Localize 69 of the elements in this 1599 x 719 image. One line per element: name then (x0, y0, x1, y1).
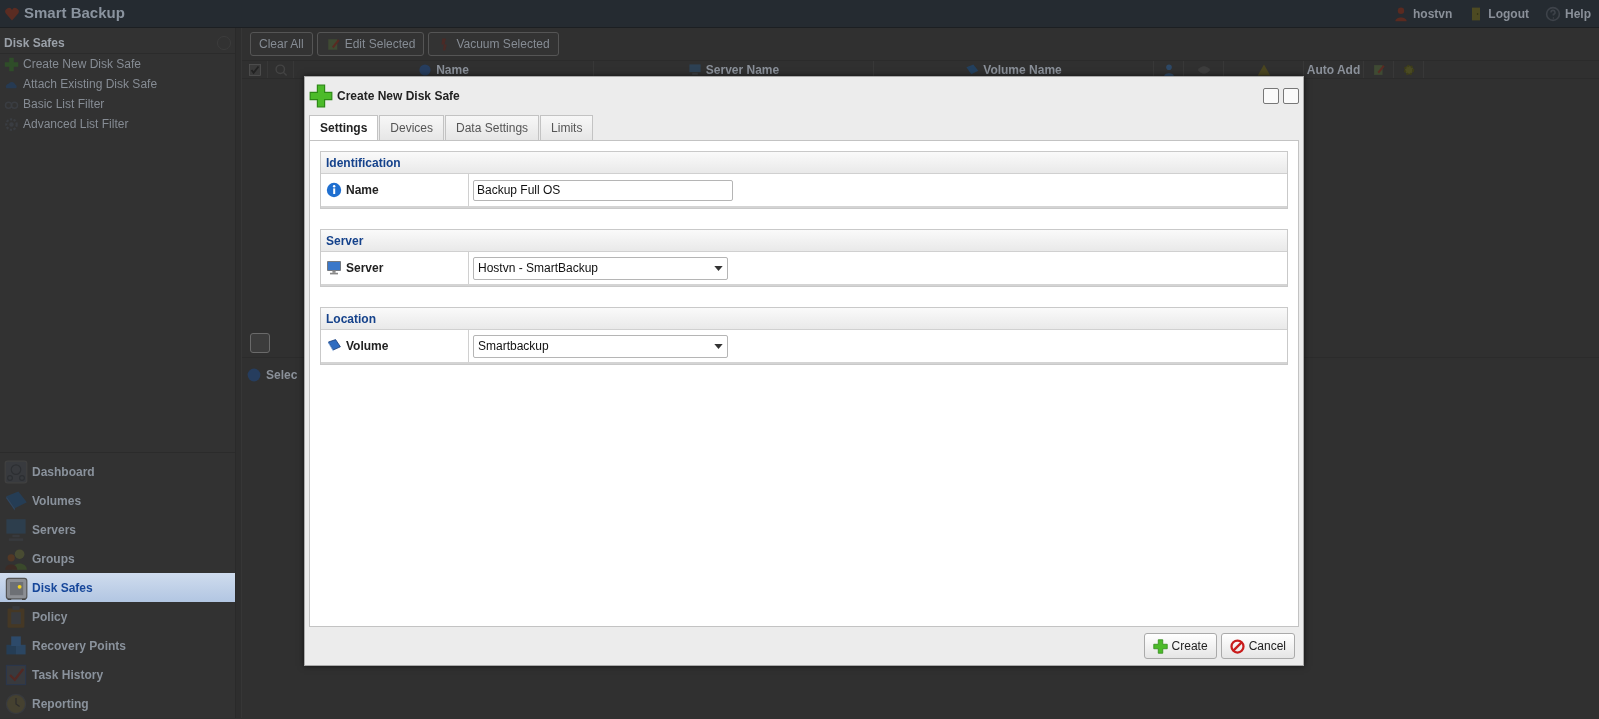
people-icon (4, 546, 28, 571)
column-header[interactable]: Auto Add (1306, 60, 1361, 79)
column-header[interactable]: Volume Name (983, 60, 1062, 79)
tab[interactable]: Devices (379, 115, 445, 140)
monitor-icon (687, 62, 702, 77)
search-icon (273, 62, 288, 77)
section-header: Identification (321, 152, 1287, 174)
info-icon (326, 182, 342, 198)
dialog-button[interactable]: Create (1143, 633, 1217, 659)
info-icon (246, 367, 262, 383)
nav-item[interactable]: Volumes (0, 486, 235, 515)
tab[interactable]: Data Settings (445, 115, 540, 140)
column-header[interactable]: Name (436, 60, 469, 79)
header-link[interactable]: Help (1545, 4, 1591, 23)
close-button[interactable] (1283, 88, 1299, 104)
header-link[interactable]: Logout (1468, 4, 1529, 23)
text-field[interactable]: Backup Full OS (473, 179, 733, 201)
toolbar-button[interactable]: Edit Selected (316, 32, 425, 56)
dropdown-field[interactable]: Smartbackup (473, 334, 728, 358)
maximize-button[interactable] (1263, 88, 1279, 104)
header-link[interactable]: hostvn (1393, 4, 1453, 23)
no-entry-icon (1229, 638, 1245, 654)
first-page-button[interactable] (250, 333, 270, 353)
person-icon (1393, 5, 1409, 22)
toolbar-button[interactable]: Vacuum Selected (428, 32, 559, 56)
sidebar-action[interactable]: Advanced List Filter (0, 114, 235, 134)
panel-title: Disk Safes (4, 34, 65, 52)
nav-item[interactable]: Reporting (0, 689, 235, 718)
dialog-button[interactable]: Cancel (1220, 633, 1295, 659)
nav-item[interactable]: Dashboard (0, 457, 235, 486)
section-header: Location (321, 308, 1287, 330)
field-label: Server (346, 260, 384, 277)
safe-icon (4, 575, 28, 600)
edit-icon (1371, 62, 1386, 77)
app-title: Smart Backup (24, 3, 125, 24)
section-header: Server (321, 230, 1287, 252)
monitor-icon (4, 517, 28, 542)
book-icon (326, 338, 342, 354)
sidebar-action[interactable]: Create New Disk Safe (0, 54, 235, 74)
help-icon (1545, 5, 1561, 22)
caret-icon (714, 343, 723, 349)
checklist-icon (4, 662, 28, 687)
tab[interactable]: Limits (540, 115, 594, 140)
monitor-icon (326, 260, 342, 276)
info-icon (418, 62, 433, 77)
plus-icon (4, 56, 19, 72)
column-header[interactable]: Server Name (705, 60, 780, 79)
heart-icon (4, 5, 20, 22)
nav-item[interactable]: Groups (0, 544, 235, 573)
sidebar-action[interactable]: Basic List Filter (0, 94, 235, 114)
nav-item[interactable]: Servers (0, 515, 235, 544)
details-title: Selec (266, 367, 298, 384)
nav-item[interactable]: Task History (0, 660, 235, 689)
person-icon (1161, 62, 1176, 77)
edit-icon (325, 36, 341, 52)
nav-item[interactable]: Disk Safes (0, 573, 235, 602)
sidebar-action[interactable]: Attach Existing Disk Safe (0, 74, 235, 94)
plus-icon (1152, 638, 1168, 654)
plus-icon (309, 84, 333, 108)
field-label: Name (346, 182, 379, 199)
nav-item[interactable]: Policy (0, 602, 235, 631)
toolbar-button[interactable]: Clear All (250, 32, 313, 56)
nav-item[interactable]: Recovery Points (0, 631, 235, 660)
dropdown-field[interactable]: Hostvn - SmartBackup (473, 256, 728, 280)
dialog-title: Create New Disk Safe (337, 88, 460, 105)
gear-icon (1401, 62, 1416, 77)
field-label: Volume (346, 338, 389, 355)
tab[interactable]: Settings (309, 115, 379, 141)
caret-icon (714, 265, 723, 271)
